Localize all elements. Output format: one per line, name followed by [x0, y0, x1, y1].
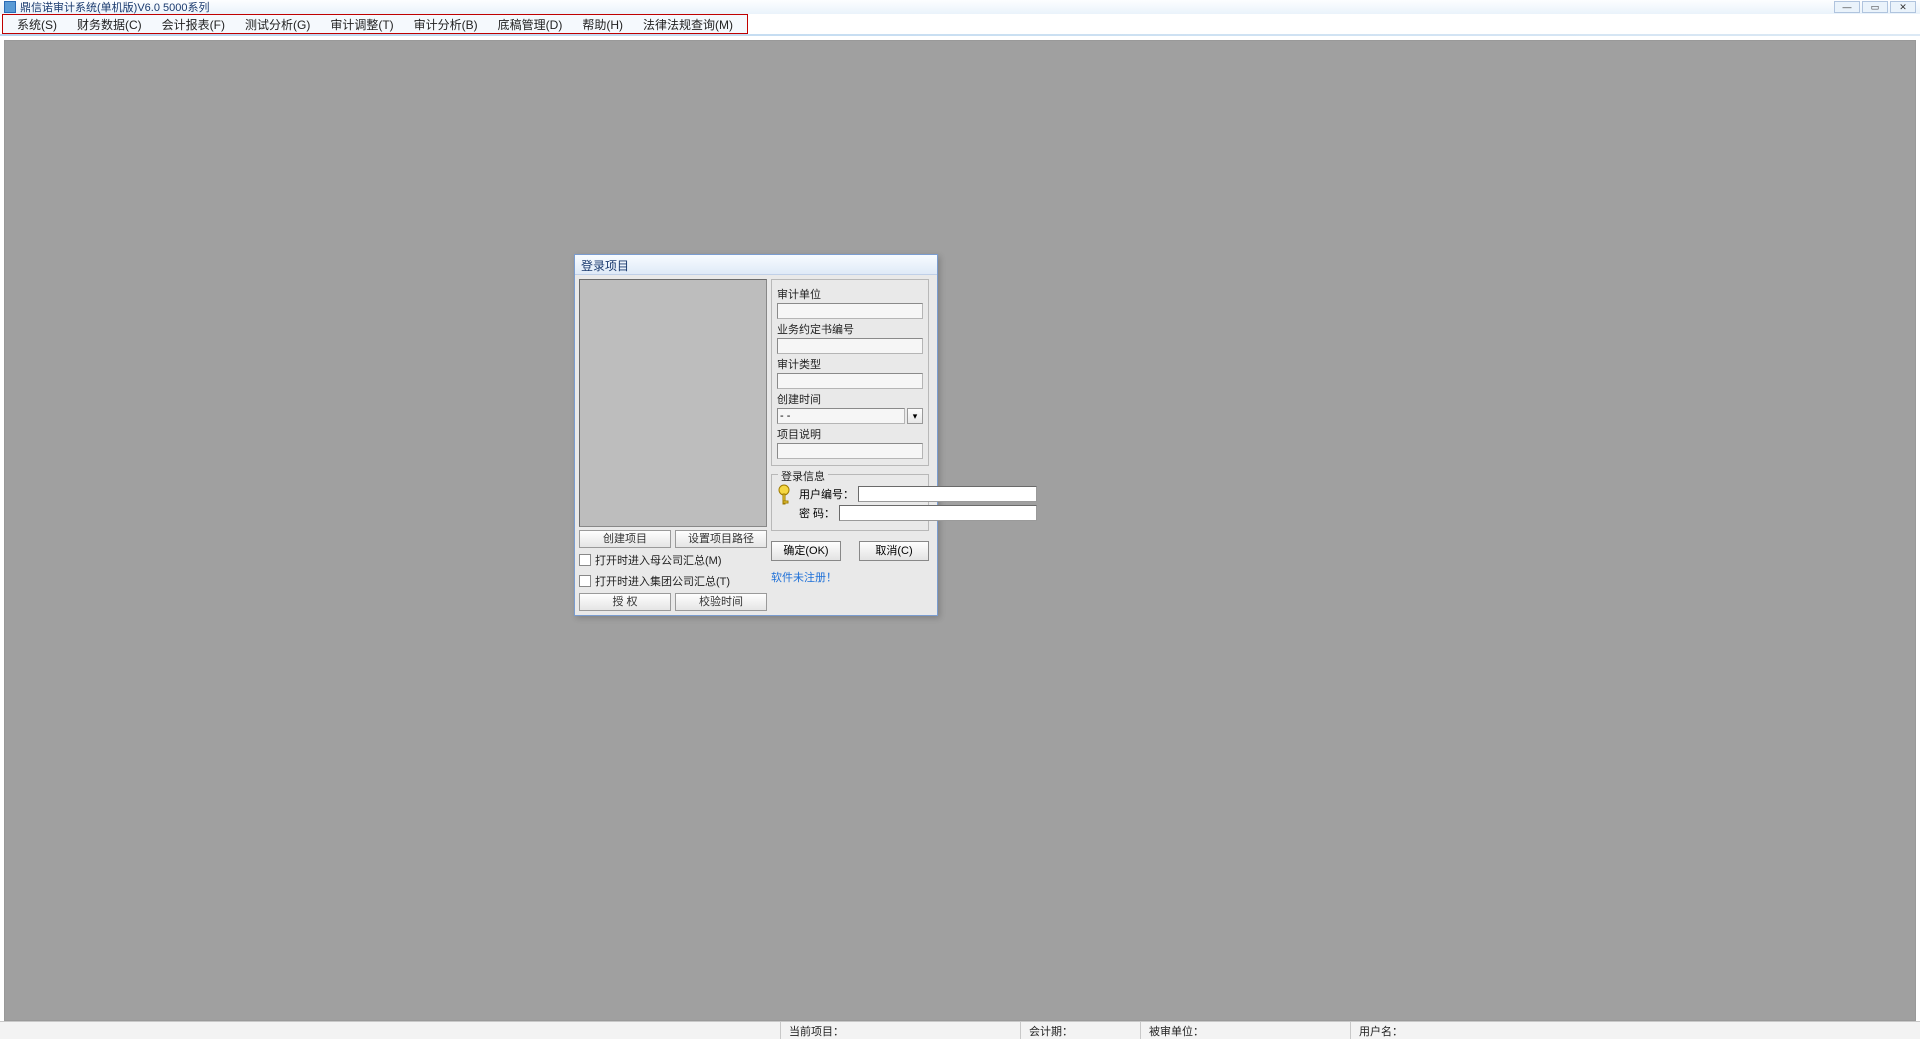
menu-workpaper[interactable]: 底稿管理(D)	[488, 14, 573, 35]
left-panel: 创建项目 设置项目路径 打开时进入母公司汇总(M) 打开时进入集团公司汇总(T)…	[579, 279, 767, 611]
status-user-label: 用户名：	[1359, 1023, 1403, 1039]
menubar: 系统(S) 财务数据(C) 会计报表(F) 测试分析(G) 审计调整(T) 审计…	[2, 14, 748, 34]
audit-type-label: 审计类型	[777, 356, 923, 372]
checkbox-group-label: 打开时进入集团公司汇总(T)	[595, 573, 730, 589]
set-path-button[interactable]: 设置项目路径	[675, 530, 767, 548]
unregistered-link[interactable]: 软件未注册！	[771, 569, 929, 585]
date-picker-button[interactable]: ▾	[907, 408, 923, 424]
menu-reports[interactable]: 会计报表(F)	[152, 14, 235, 35]
status-user: 用户名：	[1350, 1022, 1920, 1039]
statusbar: 当前项目： 会计期： 被审单位： 用户名：	[0, 1021, 1920, 1039]
agreement-field[interactable]	[777, 338, 923, 354]
menu-law[interactable]: 法律法规查询(M)	[633, 14, 743, 35]
cancel-button[interactable]: 取消(C)	[859, 541, 929, 561]
audit-unit-field[interactable]	[777, 303, 923, 319]
project-tree[interactable]	[579, 279, 767, 527]
menu-help[interactable]: 帮助(H)	[572, 14, 633, 35]
menu-audit-adjust[interactable]: 审计调整(T)	[320, 14, 403, 35]
user-label: 用户编号：	[799, 486, 854, 502]
menu-system[interactable]: 系统(S)	[7, 14, 67, 35]
create-time-label: 创建时间	[777, 391, 923, 407]
menu-financial-data[interactable]: 财务数据(C)	[67, 14, 152, 35]
status-period-label: 会计期：	[1029, 1023, 1073, 1039]
verify-time-button[interactable]: 校验时间	[675, 593, 767, 611]
checkbox-group-summary[interactable]	[579, 575, 591, 587]
authorize-button[interactable]: 授 权	[579, 593, 671, 611]
password-label: 密 码：	[799, 505, 835, 521]
agreement-label: 业务约定书编号	[777, 321, 923, 337]
titlebar: 鼎信诺审计系统(单机版)V6.0 5000系列 — ▭ ✕	[0, 0, 1920, 14]
status-period: 会计期：	[1020, 1022, 1140, 1039]
create-project-button[interactable]: 创建项目	[579, 530, 671, 548]
checkbox-parent-summary[interactable]	[579, 554, 591, 566]
ok-button[interactable]: 确定(OK)	[771, 541, 841, 561]
minimize-button[interactable]: —	[1834, 1, 1860, 13]
maximize-button[interactable]: ▭	[1862, 1, 1888, 13]
status-spacer	[0, 1022, 780, 1039]
audit-type-field[interactable]	[777, 373, 923, 389]
status-project-label: 当前项目：	[789, 1023, 844, 1039]
status-audited-unit: 被审单位：	[1140, 1022, 1350, 1039]
desc-field[interactable]	[777, 443, 923, 459]
checkbox-parent-label: 打开时进入母公司汇总(M)	[595, 552, 722, 568]
status-audited-label: 被审单位：	[1149, 1023, 1204, 1039]
app-icon	[4, 1, 16, 13]
audit-unit-label: 审计单位	[777, 286, 923, 302]
window-controls: — ▭ ✕	[1834, 1, 1916, 13]
status-current-project: 当前项目：	[780, 1022, 1020, 1039]
create-time-field[interactable]	[777, 408, 905, 424]
key-icon	[777, 483, 795, 507]
right-panel: 审计单位 业务约定书编号 审计类型 创建时间 ▾ 项目说明 登录信息	[771, 279, 929, 611]
project-info-group: 审计单位 业务约定书编号 审计类型 创建时间 ▾ 项目说明	[771, 279, 929, 466]
menu-audit-analysis[interactable]: 审计分析(B)	[404, 14, 488, 35]
dialog-title: 登录项目	[575, 255, 937, 275]
dialog-body: 创建项目 设置项目路径 打开时进入母公司汇总(M) 打开时进入集团公司汇总(T)…	[575, 275, 937, 615]
menu-test-analysis[interactable]: 测试分析(G)	[235, 14, 320, 35]
close-button[interactable]: ✕	[1890, 1, 1916, 13]
login-dialog: 登录项目 创建项目 设置项目路径 打开时进入母公司汇总(M) 打开时进入集团公司…	[574, 254, 938, 616]
desc-label: 项目说明	[777, 426, 923, 442]
login-legend: 登录信息	[778, 468, 828, 484]
workspace	[4, 40, 1916, 1021]
login-info-fieldset: 登录信息 用户编号： 密 码：	[771, 474, 929, 531]
password-input[interactable]	[839, 505, 1037, 521]
username-input[interactable]	[858, 486, 1037, 502]
